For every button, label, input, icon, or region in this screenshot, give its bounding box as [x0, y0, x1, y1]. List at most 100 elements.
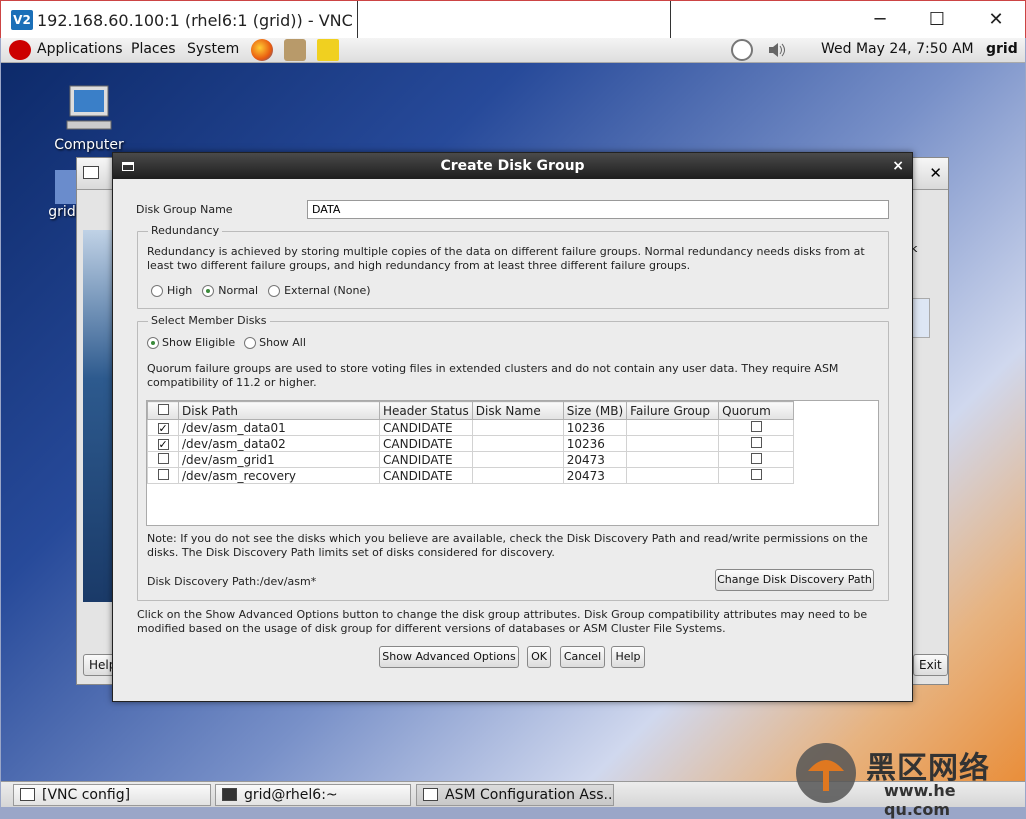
- dialog-close-icon[interactable]: ×: [892, 153, 904, 179]
- table-header-row: Disk Path Header Status Disk Name Size (…: [147, 401, 795, 420]
- row-checkbox[interactable]: ✓: [157, 422, 169, 434]
- window-icon: [20, 788, 35, 801]
- computer-desktop-icon[interactable]: Computer: [53, 83, 125, 153]
- quorum-checkbox[interactable]: [750, 452, 762, 464]
- row-checkbox[interactable]: [157, 452, 169, 464]
- panel-user[interactable]: grid: [986, 41, 1018, 57]
- show-options: Show Eligible Show All: [147, 336, 306, 349]
- size-cell: 20473: [562, 467, 628, 484]
- vnc-toolbar-field[interactable]: [357, 1, 671, 43]
- disk-name-cell[interactable]: [471, 467, 564, 484]
- col-disk-path[interactable]: Disk Path: [178, 401, 380, 420]
- header-status-cell: CANDIDATE: [379, 419, 473, 436]
- create-disk-group-dialog: Create Disk Group × Disk Group Name DATA…: [112, 152, 913, 702]
- show-all-label: Show All: [259, 336, 306, 349]
- task-terminal[interactable]: grid@rhel6:~: [215, 784, 411, 806]
- vnc-logo-icon: V2: [11, 10, 33, 30]
- radio-show-all[interactable]: [244, 336, 257, 349]
- volume-icon[interactable]: [765, 39, 787, 61]
- col-quorum[interactable]: Quorum: [718, 401, 795, 420]
- table-row[interactable]: ✓ /dev/asm_data01 CANDIDATE 10236: [147, 419, 795, 436]
- dialog-titlebar: Create Disk Group ×: [113, 153, 912, 179]
- failure-group-cell[interactable]: [626, 435, 720, 452]
- table-row[interactable]: /dev/asm_grid1 CANDIDATE 20473: [147, 451, 795, 468]
- col-header-status[interactable]: Header Status: [379, 401, 473, 420]
- firefox-icon[interactable]: [251, 39, 273, 61]
- radio-external[interactable]: [268, 284, 281, 297]
- row-checkbox[interactable]: ✓: [157, 438, 169, 450]
- minimize-button[interactable]: ─: [865, 7, 895, 33]
- watermark-url: www.he qu.com: [884, 781, 956, 819]
- window-icon: [423, 788, 438, 801]
- radio-high[interactable]: [151, 284, 163, 297]
- quorum-checkbox[interactable]: [750, 468, 762, 480]
- asm-window-close-icon[interactable]: ✕: [929, 164, 942, 182]
- cancel-button[interactable]: Cancel: [560, 646, 605, 668]
- maximize-button[interactable]: ☐: [922, 7, 952, 33]
- disk-path-cell: /dev/asm_grid1: [178, 451, 380, 468]
- disk-path-cell: /dev/asm_recovery: [178, 467, 380, 484]
- col-size[interactable]: Size (MB): [562, 401, 628, 420]
- terminal-icon: [222, 788, 237, 801]
- failure-group-cell[interactable]: [626, 451, 720, 468]
- grid-desktop-icon[interactable]: grid: [47, 170, 79, 220]
- ok-button[interactable]: OK: [527, 646, 551, 668]
- quorum-checkbox[interactable]: [750, 436, 762, 448]
- disk-name-cell[interactable]: [471, 435, 564, 452]
- redundancy-group: Redundancy Redundancy is achieved by sto…: [137, 224, 889, 309]
- menu-system[interactable]: System: [187, 41, 239, 57]
- change-discovery-path-button[interactable]: Change Disk Discovery Path: [715, 569, 874, 591]
- table-row[interactable]: ✓ /dev/asm_data02 CANDIDATE 10236: [147, 435, 795, 452]
- size-cell: 10236: [562, 419, 628, 436]
- help-button[interactable]: Help: [611, 646, 645, 668]
- close-button[interactable]: ✕: [981, 7, 1011, 33]
- window-title: 192.168.60.100:1 (rhel6:1 (grid)) - VNC …: [37, 11, 413, 30]
- disk-name-cell[interactable]: [471, 419, 564, 436]
- disk-group-name-label: Disk Group Name: [136, 203, 233, 216]
- dialog-window-icon: [122, 162, 134, 171]
- edit-icon[interactable]: [317, 39, 339, 61]
- dialog-title: Create Disk Group: [440, 158, 585, 174]
- radio-show-eligible[interactable]: [147, 336, 159, 349]
- col-failure-group[interactable]: Failure Group: [626, 401, 720, 420]
- bg-exit-button[interactable]: Exit: [913, 654, 948, 676]
- computer-icon: [66, 85, 112, 130]
- computer-label: Computer: [54, 137, 124, 153]
- network-icon[interactable]: [284, 39, 306, 61]
- size-cell: 20473: [562, 451, 628, 468]
- show-advanced-options-button[interactable]: Show Advanced Options: [379, 646, 519, 668]
- discovery-note: Note: If you do not see the disks which …: [147, 532, 868, 559]
- disk-group-name-input[interactable]: DATA: [307, 200, 889, 219]
- task-vnc-config[interactable]: [VNC config]: [13, 784, 211, 806]
- table-row[interactable]: /dev/asm_recovery CANDIDATE 20473: [147, 467, 795, 484]
- select-all-checkbox[interactable]: [157, 403, 169, 415]
- task-label: ASM Configuration Ass...: [445, 787, 614, 803]
- show-eligible-label: Show Eligible: [162, 336, 236, 349]
- quorum-note: Quorum failure groups are used to store …: [147, 362, 839, 389]
- failure-group-cell[interactable]: [626, 419, 720, 436]
- bg-scroll-element[interactable]: [912, 298, 930, 338]
- panel-clock[interactable]: Wed May 24, 7:50 AM: [821, 41, 974, 57]
- redundancy-legend: Redundancy: [148, 224, 223, 237]
- quorum-checkbox[interactable]: [750, 420, 762, 432]
- window-icon: [83, 166, 99, 179]
- radio-normal[interactable]: [202, 284, 215, 297]
- redhat-icon[interactable]: [9, 40, 31, 60]
- vnc-titlebar: V2 192.168.60.100:1 (rhel6:1 (grid)) - V…: [0, 0, 1026, 43]
- disk-name-cell[interactable]: [471, 451, 564, 468]
- disk-table: Disk Path Header Status Disk Name Size (…: [146, 400, 879, 526]
- discovery-path-label: Disk Discovery Path:/dev/asm*: [147, 575, 317, 588]
- task-asm-config[interactable]: ASM Configuration Ass...: [416, 784, 614, 806]
- clock-applet-icon[interactable]: [731, 39, 753, 61]
- menu-places[interactable]: Places: [131, 41, 176, 57]
- asm-banner-image: [83, 230, 113, 602]
- failure-group-cell[interactable]: [626, 467, 720, 484]
- header-status-cell: CANDIDATE: [379, 435, 473, 452]
- menu-applications[interactable]: Applications: [37, 41, 123, 57]
- row-checkbox[interactable]: [157, 468, 169, 480]
- grid-label: grid: [48, 204, 76, 220]
- top-panel: Applications Places System Wed May 24, 7…: [1, 38, 1025, 63]
- redundancy-options: High Normal External (None): [151, 284, 371, 297]
- size-cell: 10236: [562, 435, 628, 452]
- col-disk-name[interactable]: Disk Name: [471, 401, 564, 420]
